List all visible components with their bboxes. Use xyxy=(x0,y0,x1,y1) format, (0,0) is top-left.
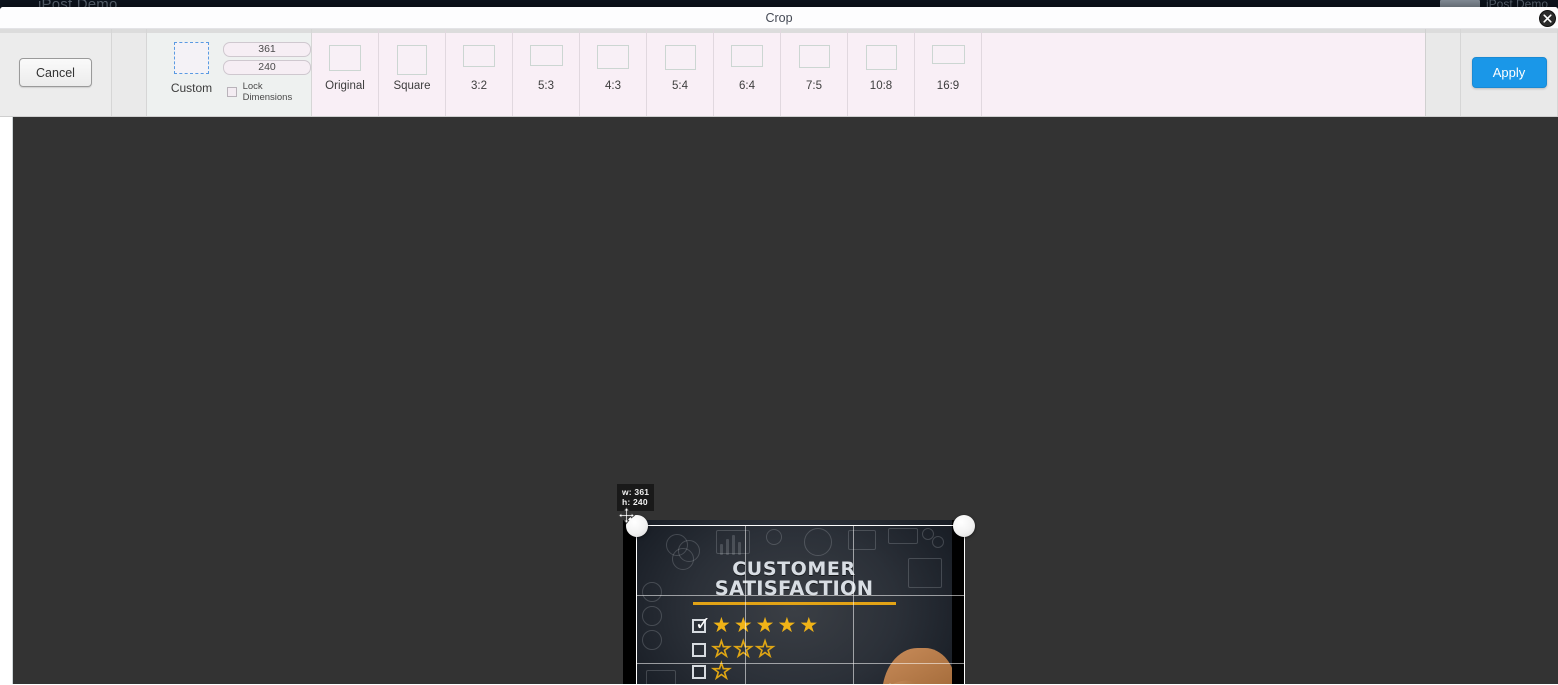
toolbar-spacer-left xyxy=(112,29,147,116)
crop-toolbar: Cancel Custom 361 240 Lock Dimensions Or… xyxy=(0,29,1558,117)
grid-line-vertical xyxy=(744,526,746,684)
ratio-label: 6:4 xyxy=(739,80,755,92)
ratio-thumb-icon xyxy=(597,45,629,69)
ratio-preset-7-5[interactable]: 7:5 xyxy=(781,29,848,116)
lock-dimensions-label: Lock Dimensions xyxy=(242,81,293,103)
crop-handle-top-left[interactable] xyxy=(618,507,648,537)
ratio-preset-10-8[interactable]: 10:8 xyxy=(848,29,915,116)
grid-line-horizontal xyxy=(637,663,964,665)
crop-selection-box[interactable] xyxy=(618,507,975,684)
ratio-label: Square xyxy=(393,80,431,92)
ratio-thumb-icon xyxy=(463,45,495,67)
custom-preset-label: Custom xyxy=(170,81,213,95)
toolbar-filler xyxy=(982,29,1426,116)
apply-button[interactable]: Apply xyxy=(1471,57,1547,88)
lock-dimensions-row[interactable]: Lock Dimensions xyxy=(223,81,311,103)
grid-line-horizontal xyxy=(637,594,964,596)
ratio-preset-original[interactable]: Original xyxy=(312,29,379,116)
ratio-thumb-icon xyxy=(664,45,696,70)
ratio-thumb-icon xyxy=(529,45,563,66)
cancel-segment: Cancel xyxy=(0,29,112,116)
ratio-preset-5-4[interactable]: 5:4 xyxy=(647,29,714,116)
ratio-preset-3-2[interactable]: 3:2 xyxy=(446,29,513,116)
ratio-thumb-icon xyxy=(731,45,763,67)
toolbar-spacer-right xyxy=(1426,29,1461,116)
ratio-preset-5-3[interactable]: 5:3 xyxy=(513,29,580,116)
ratio-thumb-icon xyxy=(329,45,361,71)
ratio-thumb-icon xyxy=(397,45,427,75)
ratio-label: 7:5 xyxy=(806,80,822,92)
ratio-preset-4-3[interactable]: 4:3 xyxy=(580,29,647,116)
ratio-label: 4:3 xyxy=(605,80,621,92)
ratio-label: 5:3 xyxy=(538,80,554,92)
close-icon[interactable] xyxy=(1539,10,1556,27)
ratio-preset-square[interactable]: Square xyxy=(379,29,446,116)
ratio-label: 10:8 xyxy=(869,80,893,92)
ratio-thumb-icon xyxy=(931,45,965,64)
ratio-label: 5:4 xyxy=(672,80,688,92)
ratio-preset-6-4[interactable]: 6:4 xyxy=(714,29,781,116)
crop-canvas[interactable]: CUSTOMER SATISFACTION ✓ ★ ★ ★ ★ ★ ★ ★ ★ xyxy=(12,117,1558,684)
ratio-thumb-icon xyxy=(798,45,830,68)
custom-swatch-icon xyxy=(174,42,209,74)
ratio-label: 16:9 xyxy=(936,80,960,92)
cancel-button[interactable]: Cancel xyxy=(19,58,92,87)
ratio-preset-16-9[interactable]: 16:9 xyxy=(915,29,982,116)
crop-handle-top-right[interactable] xyxy=(953,515,975,537)
custom-preset[interactable]: Custom xyxy=(162,42,221,95)
ratio-label: 3:2 xyxy=(471,80,487,92)
ratio-label: Original xyxy=(325,80,365,92)
grid-line-vertical xyxy=(852,526,854,684)
crop-width-input[interactable]: 361 xyxy=(223,42,311,57)
lock-dimensions-checkbox[interactable] xyxy=(227,87,237,97)
dialog-title: Crop xyxy=(765,11,793,25)
crop-dialog: Crop Cancel Custom 361 240 Lock Dimensio… xyxy=(0,7,1558,685)
dialog-titlebar: Crop xyxy=(0,7,1558,29)
close-x-glyph xyxy=(1543,14,1552,23)
tooltip-width: w: 361 xyxy=(622,487,650,497)
move-cursor-icon xyxy=(618,507,635,524)
crop-height-input[interactable]: 240 xyxy=(223,60,311,75)
custom-size-segment[interactable]: Custom 361 240 Lock Dimensions xyxy=(147,29,312,116)
ratio-thumb-icon xyxy=(865,45,897,70)
apply-segment: Apply xyxy=(1461,29,1558,116)
